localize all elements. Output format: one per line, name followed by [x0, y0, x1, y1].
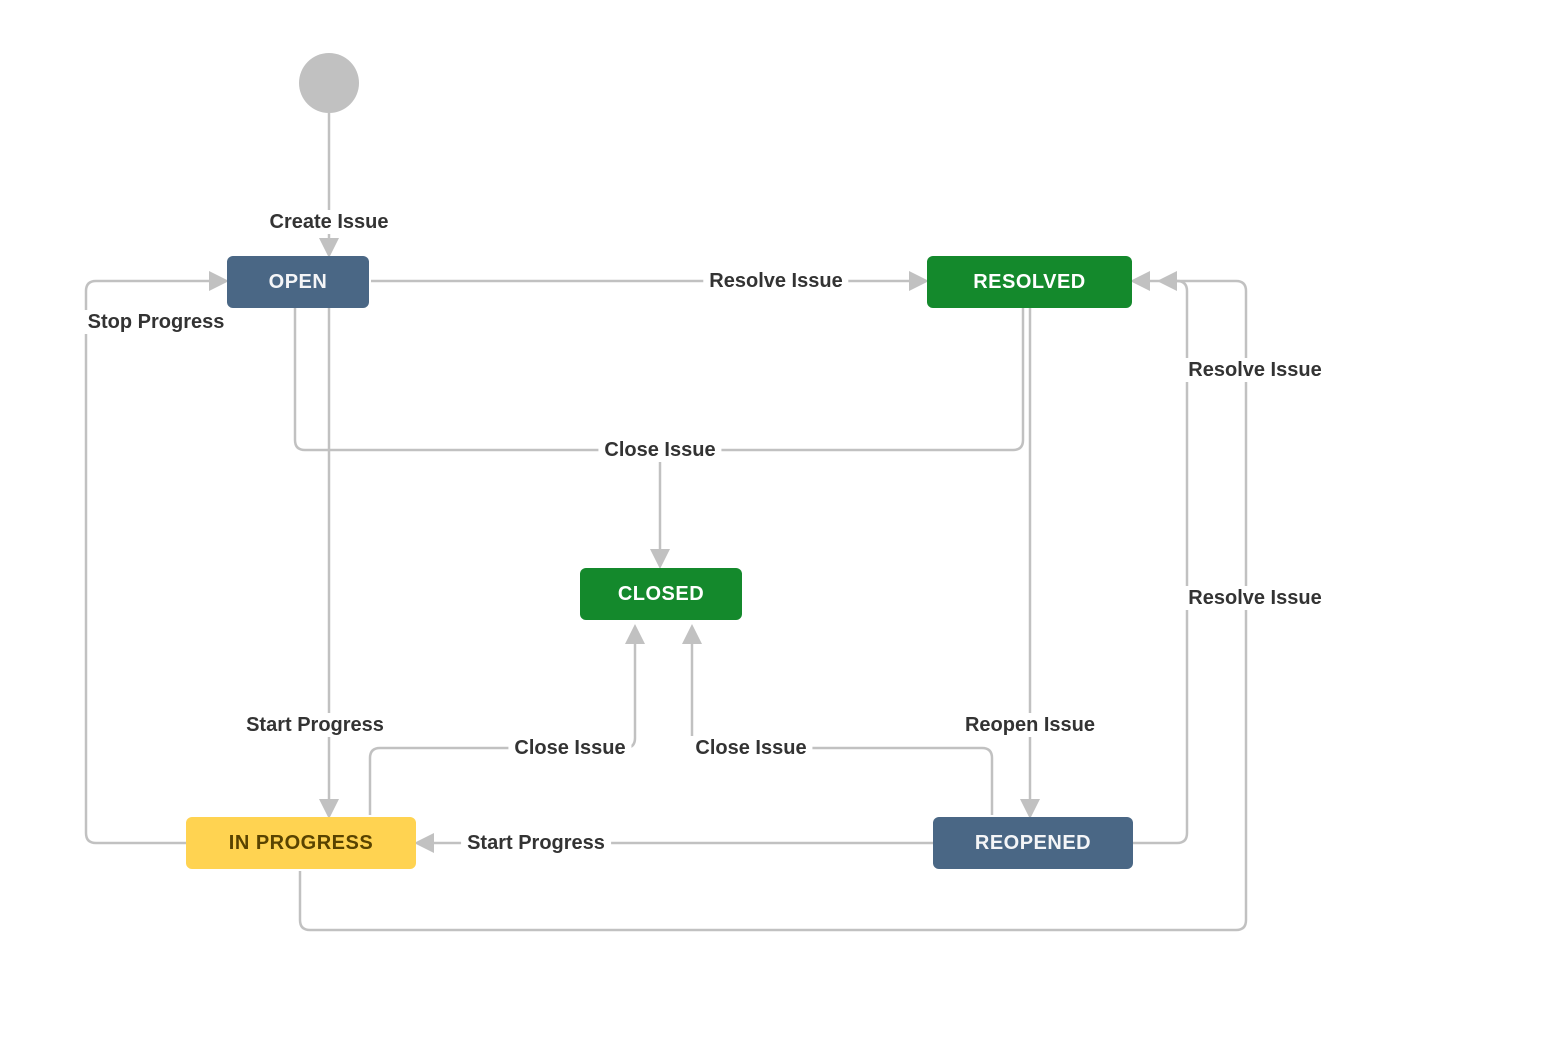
- state-in-progress-label: IN PROGRESS: [229, 832, 373, 855]
- edge-inprogress-open: [86, 281, 225, 843]
- label-start-progress-left: Start Progress: [240, 713, 390, 737]
- label-start-progress-middle: Start Progress: [461, 831, 611, 855]
- state-open-label: OPEN: [269, 271, 328, 294]
- state-in-progress: IN PROGRESS: [186, 817, 416, 869]
- state-reopened: REOPENED: [933, 817, 1133, 869]
- label-resolve-right-1: Resolve Issue: [1182, 358, 1327, 382]
- start-node: [299, 53, 359, 113]
- label-close-issue-top: Close Issue: [598, 438, 721, 462]
- label-open-resolve: Resolve Issue: [703, 269, 848, 293]
- state-resolved-label: RESOLVED: [973, 271, 1086, 294]
- state-closed-label: CLOSED: [618, 583, 704, 606]
- state-open: OPEN: [227, 256, 369, 308]
- label-close-issue-inprogress: Close Issue: [508, 736, 631, 760]
- workflow-diagram: OPEN RESOLVED CLOSED IN PROGRESS REOPENE…: [0, 0, 1557, 1047]
- state-reopened-label: REOPENED: [975, 832, 1091, 855]
- label-resolve-right-2: Resolve Issue: [1182, 586, 1327, 610]
- state-closed: CLOSED: [580, 568, 742, 620]
- label-reopen-issue: Reopen Issue: [959, 713, 1101, 737]
- label-close-issue-reopened: Close Issue: [689, 736, 812, 760]
- edge-reopened-resolved: [1133, 281, 1187, 843]
- edge-inprogress-closed: [370, 628, 635, 815]
- state-resolved: RESOLVED: [927, 256, 1132, 308]
- edge-reopened-closed: [692, 628, 992, 815]
- edge-open-and-resolved-to-closed: [295, 308, 1023, 565]
- label-create-issue: Create Issue: [264, 210, 395, 234]
- label-stop-progress: Stop Progress: [82, 310, 231, 334]
